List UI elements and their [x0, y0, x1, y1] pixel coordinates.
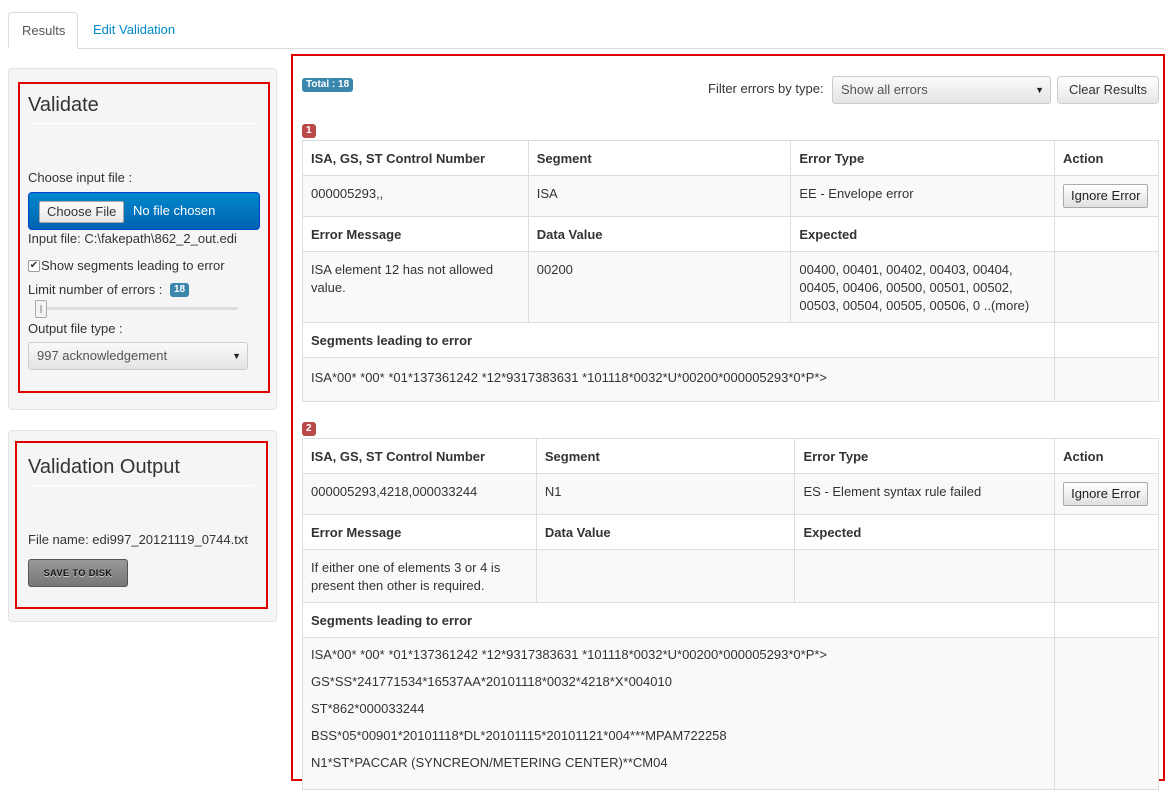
output-type-select[interactable]: 997 acknowledgement ▼	[28, 342, 248, 370]
segment-line: ISA*00* *00* *01*137361242 *12*931738363…	[311, 370, 828, 385]
filter-select[interactable]: Show all errors ▼	[832, 76, 1051, 104]
limit-slider-track[interactable]	[40, 307, 238, 310]
header-error-type: Error Type	[790, 140, 1056, 176]
output-title: Validation Output	[28, 456, 180, 478]
output-file-name: File name: edi997_20121119_0744.txt	[28, 532, 248, 547]
header-segments-leading: Segments leading to error	[301, 602, 1056, 638]
header-control: ISA, GS, ST Control Number	[302, 140, 529, 176]
divider	[28, 123, 260, 124]
data-value	[535, 549, 796, 603]
show-segments-checkbox[interactable]: ✔	[28, 260, 40, 272]
segment-line: N1*ST*PACCAR (SYNCREON/METERING CENTER)*…	[311, 755, 668, 770]
header-expected: Expected	[794, 514, 1056, 550]
chevron-down-icon: ▼	[1035, 85, 1044, 95]
expected-value: 00400, 00401, 00402, 00403, 00404, 00405…	[790, 251, 1056, 323]
no-file-text: No file chosen	[133, 203, 216, 218]
error-table: ISA, GS, ST Control Number Segment Error…	[301, 438, 1159, 790]
limit-errors-label: Limit number of errors :	[28, 282, 163, 297]
chevron-down-icon: ▼	[232, 351, 241, 361]
error-message: ISA element 12 has not allowed value.	[302, 251, 529, 323]
data-value: 00200	[527, 251, 792, 323]
validate-title: Validate	[28, 94, 99, 116]
ignore-error-button[interactable]: Ignore Error	[1063, 482, 1149, 506]
header-data-value: Data Value	[535, 514, 796, 550]
tab-results[interactable]: Results	[8, 12, 78, 49]
input-file-path: Input file: C:\fakepath\862_2_out.edi	[28, 231, 237, 246]
clear-results-button[interactable]: Clear Results	[1057, 76, 1159, 104]
control-number: 000005293,,	[302, 175, 529, 217]
header-data-value: Data Value	[527, 216, 792, 252]
choose-file-button[interactable]: Choose File	[39, 201, 125, 223]
header-action: Action	[1054, 140, 1159, 176]
choose-input-label: Choose input file :	[28, 170, 133, 185]
total-badge: Total : 18	[302, 78, 354, 92]
header-segment: Segment	[527, 140, 792, 176]
header-segment: Segment	[535, 438, 796, 474]
segment-line: BSS*05*00901*20101118*DL*20101115*201011…	[311, 728, 727, 743]
limit-slider-handle[interactable]	[35, 300, 47, 318]
filter-label: Filter errors by type:	[708, 81, 824, 96]
segment-line: ISA*00* *00* *01*137361242 *12*931738363…	[311, 647, 828, 662]
error-type-value: EE - Envelope error	[790, 175, 1056, 217]
file-input[interactable]: Choose File No file chosen	[28, 192, 260, 230]
show-segments-label: Show segments leading to error	[41, 258, 225, 273]
error-number-badge: 1	[302, 124, 316, 138]
header-action: Action	[1054, 438, 1159, 474]
error-table: ISA, GS, ST Control Number Segment Error…	[301, 140, 1159, 402]
expected-value	[794, 549, 1056, 603]
error-type-value: ES - Element syntax rule failed	[794, 473, 1056, 515]
divider	[28, 485, 255, 486]
header-expected: Expected	[790, 216, 1056, 252]
header-control: ISA, GS, ST Control Number	[302, 438, 537, 474]
tab-bar: Results Edit Validation	[8, 12, 1164, 49]
control-number: 000005293,4218,000033244	[302, 473, 537, 515]
filter-value: Show all errors	[841, 82, 928, 97]
header-error-message: Error Message	[302, 216, 529, 252]
output-type-label: Output file type :	[28, 321, 123, 336]
header-error-type: Error Type	[794, 438, 1056, 474]
save-to-disk-button[interactable]: SAVE TO DISK	[28, 559, 128, 587]
segment-value: ISA	[527, 175, 792, 217]
tab-edit-validation[interactable]: Edit Validation	[80, 12, 188, 49]
segment-line: ST*862*000033244	[311, 701, 425, 716]
header-segments-leading: Segments leading to error	[301, 322, 1056, 358]
header-error-message: Error Message	[302, 514, 537, 550]
error-message: If either one of elements 3 or 4 is pres…	[302, 549, 537, 603]
segment-line: GS*SS*241771534*16537AA*20101118*0032*42…	[311, 674, 672, 689]
limit-errors-badge: 18	[170, 283, 190, 297]
error-number-badge: 2	[302, 422, 316, 436]
output-type-value: 997 acknowledgement	[37, 348, 168, 363]
ignore-error-button[interactable]: Ignore Error	[1063, 184, 1149, 208]
segment-value: N1	[535, 473, 796, 515]
